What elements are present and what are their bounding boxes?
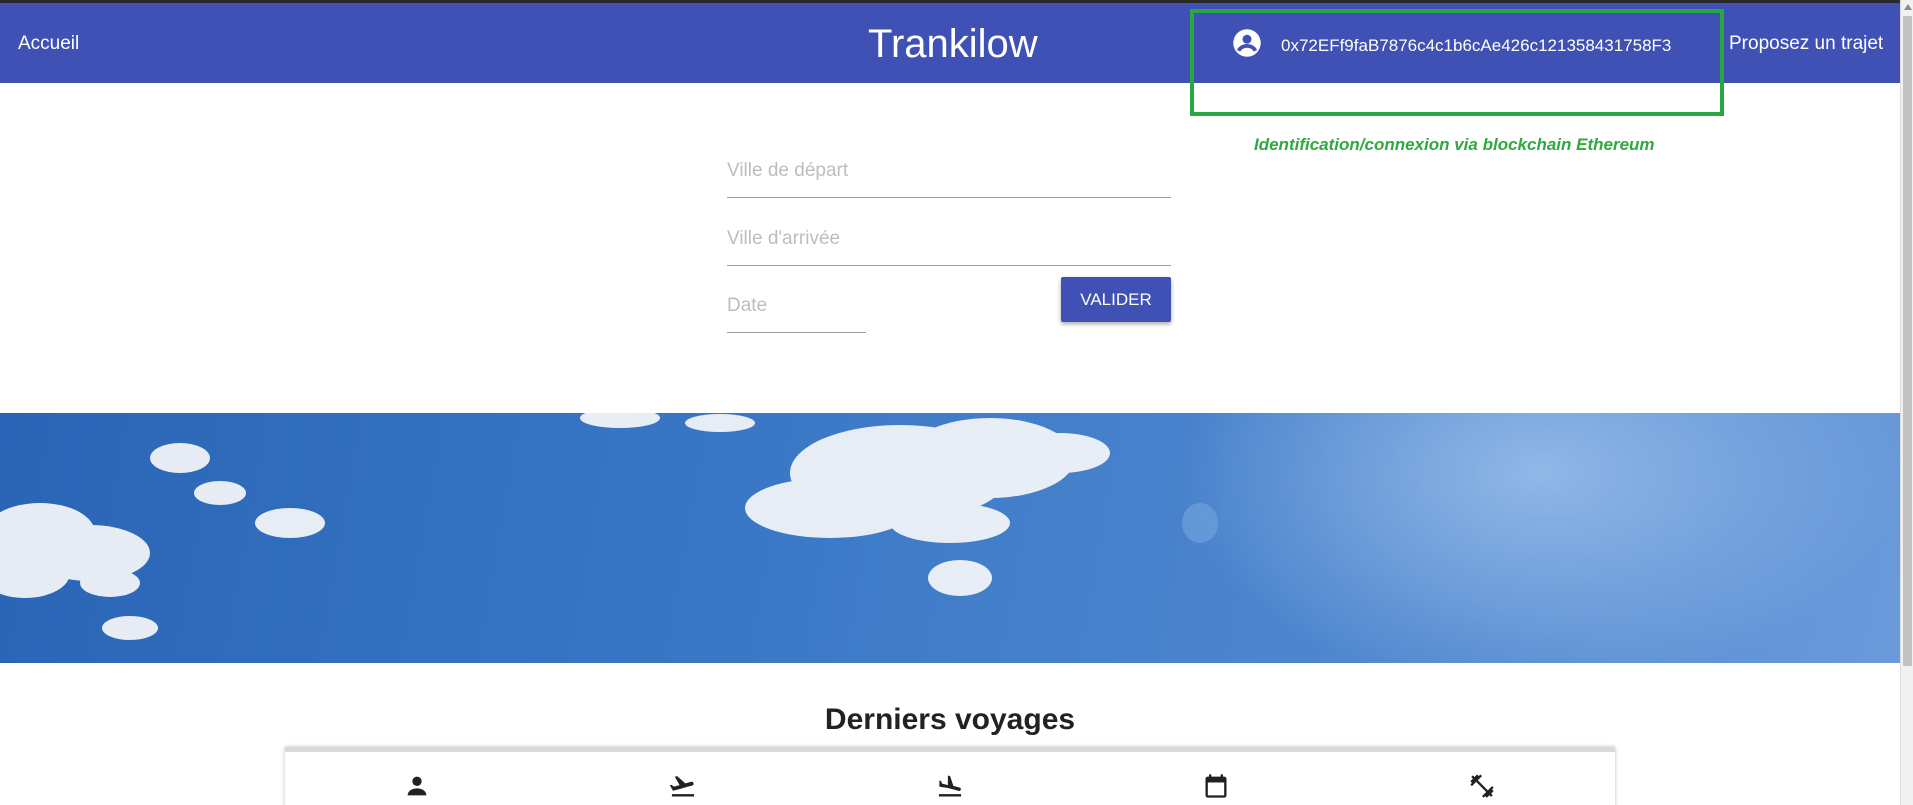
departure-field [727,160,1171,198]
sky-clouds-illustration [0,413,1900,663]
fitness-center-icon [1468,772,1496,800]
recent-trips-title: Derniers voyages [824,703,1076,736]
person-icon [403,772,431,800]
propose-trip-link[interactable]: Proposez un trajet [1729,33,1883,55]
app-title: Trankilow [868,22,1038,66]
scroll-up-arrow-icon[interactable] [1904,4,1912,10]
submit-button[interactable]: VALIDER [1061,277,1171,322]
arrival-input[interactable] [727,228,1171,250]
sky-banner-image [0,413,1900,663]
departure-input[interactable] [727,160,1171,182]
date-input[interactable] [727,295,866,317]
flight-land-icon [936,772,964,800]
date-field [727,295,866,333]
flight-takeoff-icon [669,772,697,800]
arrival-field [727,228,1171,266]
recent-trips-table [285,747,1615,805]
annotation-highlight-box [1190,9,1724,116]
vertical-scrollbar[interactable] [1900,0,1913,805]
calendar-icon [1202,772,1230,800]
scrollbar-thumb[interactable] [1903,16,1912,666]
nav-home-link[interactable]: Accueil [18,33,79,55]
annotation-label: Identification/connexion via blockchain … [1254,135,1655,154]
